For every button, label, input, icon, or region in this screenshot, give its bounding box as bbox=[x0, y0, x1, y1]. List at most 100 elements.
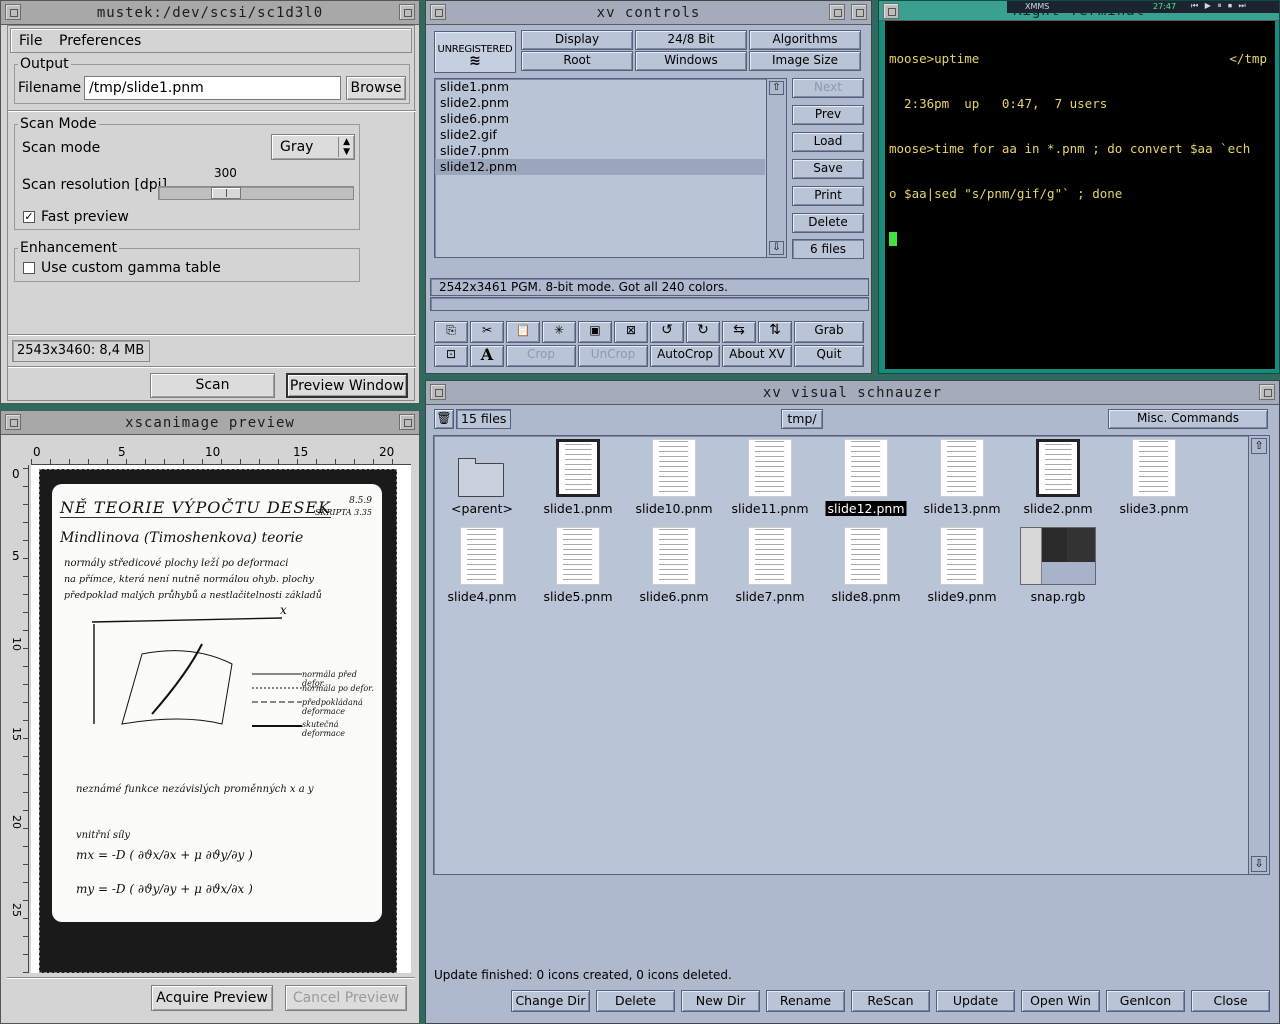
list-item-selected[interactable]: slide12.pnm bbox=[435, 159, 765, 175]
clear-icon[interactable]: ✳ bbox=[542, 321, 576, 343]
file-list[interactable]: slide1.pnm slide2.pnm slide6.pnm slide2.… bbox=[434, 78, 787, 258]
xvc-titlebar[interactable]: xv controls bbox=[426, 1, 871, 25]
fast-preview-checkbox[interactable]: ✓ bbox=[23, 211, 35, 223]
list-item[interactable]: slide2.pnm bbox=[435, 95, 765, 111]
scan-button[interactable]: Scan bbox=[150, 373, 275, 398]
iconify-icon[interactable] bbox=[399, 414, 415, 430]
list-item[interactable]: slide1.pnm bbox=[435, 79, 765, 95]
resolution-slider[interactable] bbox=[158, 186, 354, 200]
new-dir-button[interactable]: New Dir bbox=[681, 990, 760, 1012]
mustek-titlebar[interactable]: mustek:/dev/scsi/sc1d3l0 bbox=[1, 1, 419, 25]
schnauzer-item[interactable]: slide3.pnm bbox=[1106, 437, 1202, 523]
flip-horizontal-icon[interactable]: ⇆ bbox=[722, 321, 756, 343]
gamma-checkbox[interactable] bbox=[23, 262, 35, 274]
schnauzer-item[interactable]: slide9.pnm bbox=[914, 525, 1010, 611]
autocrop-button[interactable]: AutoCrop bbox=[650, 345, 720, 367]
schnauzer-item[interactable]: slide2.pnm bbox=[1010, 437, 1106, 523]
schnauzer-item[interactable]: <parent> bbox=[434, 437, 530, 523]
rotate-right-icon[interactable]: ↻ bbox=[686, 321, 720, 343]
doc-ref2: SKRIPTA 3.35 bbox=[314, 508, 372, 517]
schnauzer-item[interactable]: slide1.pnm bbox=[530, 437, 626, 523]
window-menu-icon[interactable] bbox=[883, 3, 899, 19]
windows-button[interactable]: Windows bbox=[635, 51, 747, 71]
iconify-icon[interactable] bbox=[399, 4, 415, 20]
annotate-icon[interactable]: ⊠ bbox=[614, 321, 648, 343]
scan-mode-select[interactable]: Gray ▲ ▼ bbox=[271, 134, 355, 160]
quit-button[interactable]: Quit bbox=[794, 345, 864, 367]
scroll-down-icon[interactable]: ⇩ bbox=[769, 241, 784, 255]
schnauzer-item[interactable]: slide8.pnm bbox=[818, 525, 914, 611]
filename-input[interactable]: /tmp/slide1.pnm bbox=[84, 76, 341, 100]
algorithms-button[interactable]: Algorithms bbox=[749, 30, 861, 50]
paste-icon[interactable]: 📋 bbox=[506, 321, 540, 343]
pad-icon[interactable]: ▣ bbox=[578, 321, 612, 343]
schnauzer-item[interactable]: slide4.pnm bbox=[434, 525, 530, 611]
schnauzer-item[interactable]: snap.rgb bbox=[1010, 525, 1106, 611]
slider-handle[interactable] bbox=[211, 187, 241, 199]
preview-window-button[interactable]: Preview Window bbox=[286, 373, 408, 398]
update-button[interactable]: Update bbox=[936, 990, 1015, 1012]
terminal-screen[interactable]: moose>uptime </tmp 2:36pm up 0:47, 7 user… bbox=[885, 21, 1275, 369]
menu-preferences[interactable]: Preferences bbox=[59, 33, 141, 49]
rename-button[interactable]: Rename bbox=[766, 990, 845, 1012]
load-button[interactable]: Load bbox=[792, 132, 864, 152]
grab-button[interactable]: Grab bbox=[794, 321, 864, 343]
root-button[interactable]: Root bbox=[521, 51, 633, 71]
schnauzer-item[interactable]: slide10.pnm bbox=[626, 437, 722, 523]
print-button[interactable]: Print bbox=[792, 186, 864, 206]
change-dir-button[interactable]: Change Dir bbox=[511, 990, 590, 1012]
iconify-icon[interactable] bbox=[829, 4, 845, 20]
scroll-up-icon[interactable]: ⇧ bbox=[769, 81, 784, 95]
xmms-controls-icon[interactable]: ⏮ ▶ ⏸ ⏹ ⏭ bbox=[1191, 1, 1248, 11]
delete-button[interactable]: Delete bbox=[792, 213, 864, 233]
xv-logo[interactable]: UNREGISTERED ≋ bbox=[434, 31, 516, 73]
select-icon[interactable]: ⊡ bbox=[434, 345, 468, 367]
window-menu-icon[interactable] bbox=[5, 4, 21, 20]
preview-canvas[interactable]: NĚ TEORIE VÝPOČTU DESEK 8.5.9 SKRIPTA 3.… bbox=[31, 465, 411, 973]
window-menu-icon[interactable] bbox=[5, 414, 21, 430]
about-xv-button[interactable]: About XV bbox=[722, 345, 792, 367]
scroll-down-icon[interactable]: ⇩ bbox=[1251, 856, 1267, 872]
schnauzer-item[interactable]: slide11.pnm bbox=[722, 437, 818, 523]
schnauzer-item[interactable]: slide6.pnm bbox=[626, 525, 722, 611]
doc-line: normály středicové plochy leží po deform… bbox=[64, 558, 289, 569]
misc-commands-button[interactable]: Misc. Commands bbox=[1108, 409, 1268, 429]
menu-file[interactable]: File bbox=[19, 33, 42, 49]
copy-icon[interactable]: ⎘ bbox=[434, 321, 468, 343]
window-menu-icon[interactable] bbox=[430, 384, 446, 400]
list-item[interactable]: slide7.pnm bbox=[435, 143, 765, 159]
window-menu-icon[interactable] bbox=[430, 4, 446, 20]
browse-button[interactable]: Browse bbox=[346, 76, 406, 100]
delete-button[interactable]: Delete bbox=[596, 990, 675, 1012]
vs-titlebar[interactable]: xv visual schnauzer bbox=[426, 381, 1279, 405]
genicon-button[interactable]: GenIcon bbox=[1106, 990, 1185, 1012]
preview-titlebar[interactable]: xscanimage preview bbox=[1, 411, 419, 435]
rotate-left-icon[interactable]: ↺ bbox=[650, 321, 684, 343]
list-scrollbar[interactable]: ⇧ ⇩ bbox=[766, 79, 786, 257]
image-size-button[interactable]: Image Size bbox=[749, 51, 861, 71]
prev-button[interactable]: Prev bbox=[792, 105, 864, 125]
acquire-preview-button[interactable]: Acquire Preview bbox=[151, 985, 273, 1011]
xmms-bar[interactable]: XMMS 27:47 ⏮ ▶ ⏸ ⏹ ⏭ bbox=[1007, 1, 1279, 13]
save-button[interactable]: Save bbox=[792, 159, 864, 179]
bit-depth-button[interactable]: 24/8 Bit bbox=[635, 30, 747, 50]
scroll-up-icon[interactable]: ⇧ bbox=[1251, 438, 1267, 454]
close-button[interactable]: Close bbox=[1191, 990, 1270, 1012]
directory-button[interactable]: tmp/ bbox=[781, 409, 823, 429]
rescan-button[interactable]: ReScan bbox=[851, 990, 930, 1012]
schnauzer-item[interactable]: slide7.pnm bbox=[722, 525, 818, 611]
cut-icon[interactable]: ✂ bbox=[470, 321, 504, 343]
schnauzer-item[interactable]: slide5.pnm bbox=[530, 525, 626, 611]
open-win-button[interactable]: Open Win bbox=[1021, 990, 1100, 1012]
flip-vertical-icon[interactable]: ⇅ bbox=[758, 321, 792, 343]
icon-scrollbar[interactable]: ⇧ ⇩ bbox=[1248, 436, 1269, 874]
trash-icon[interactable]: 🗑 bbox=[434, 409, 454, 429]
display-button[interactable]: Display bbox=[521, 30, 633, 50]
iconify-icon[interactable] bbox=[1259, 384, 1275, 400]
schnauzer-item[interactable]: slide12.pnm bbox=[818, 437, 914, 523]
maximize-icon[interactable] bbox=[851, 4, 867, 20]
schnauzer-item[interactable]: slide13.pnm bbox=[914, 437, 1010, 523]
list-item[interactable]: slide2.gif bbox=[435, 127, 765, 143]
text-icon[interactable]: A bbox=[470, 345, 504, 367]
list-item[interactable]: slide6.pnm bbox=[435, 111, 765, 127]
